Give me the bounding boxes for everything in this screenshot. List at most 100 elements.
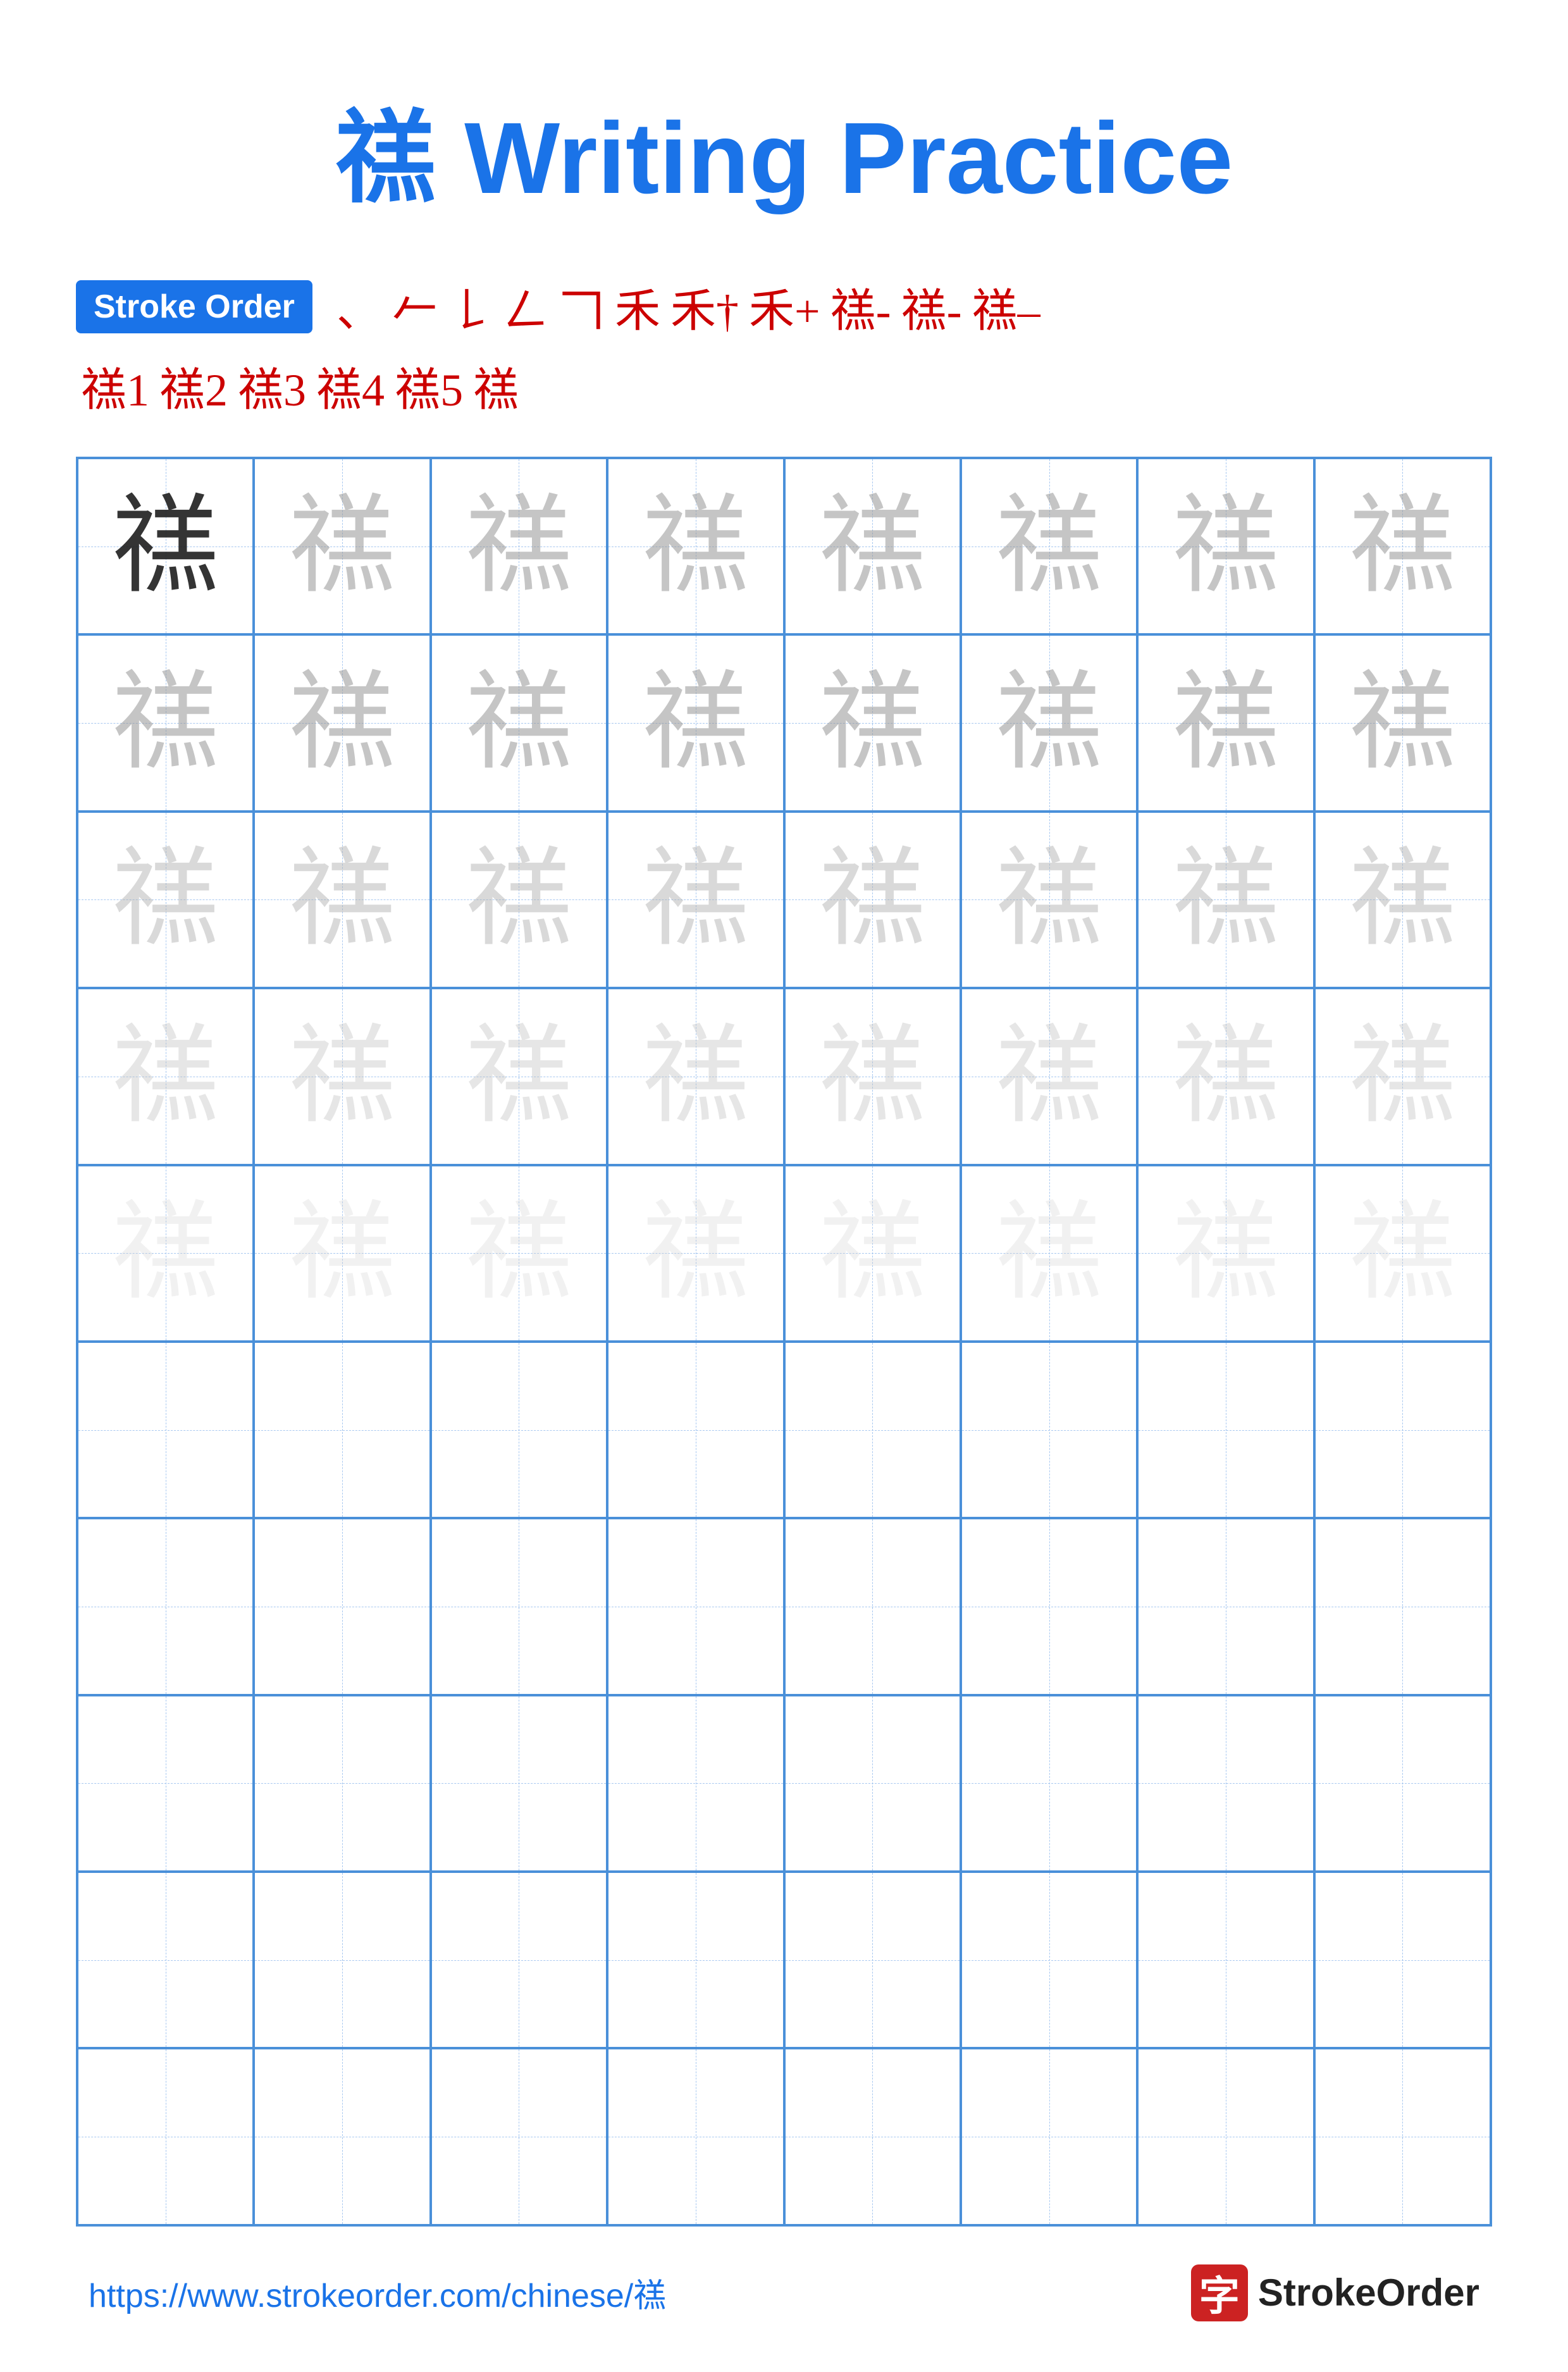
practice-grid: 禚 禚 禚 禚 禚 禚 禚 禚 [76, 457, 1492, 2227]
grid-cell-5-6[interactable]: 禚 [961, 1165, 1137, 1342]
grid-cell-7-8[interactable] [1314, 1518, 1491, 1695]
grid-cell-5-7[interactable]: 禚 [1137, 1165, 1314, 1342]
grid-cell-8-4[interactable] [607, 1695, 784, 1872]
title-text: Writing Practice [436, 101, 1233, 214]
grid-cell-8-1[interactable] [77, 1695, 254, 1872]
grid-cell-6-6[interactable] [961, 1342, 1137, 1518]
practice-char: 禚 [996, 1199, 1103, 1307]
grid-cell-5-3[interactable]: 禚 [431, 1165, 607, 1342]
stroke-char-13: 禚2 [159, 352, 228, 419]
grid-cell-3-8[interactable]: 禚 [1314, 812, 1491, 988]
grid-cell-9-7[interactable] [1137, 1872, 1314, 2048]
grid-cell-6-7[interactable] [1137, 1342, 1314, 1518]
grid-cell-1-5[interactable]: 禚 [784, 458, 961, 634]
grid-cell-5-5[interactable]: 禚 [784, 1165, 961, 1342]
grid-cell-10-4[interactable] [607, 2048, 784, 2225]
grid-cell-6-1[interactable] [77, 1342, 254, 1518]
grid-cell-9-6[interactable] [961, 1872, 1137, 2048]
grid-cell-8-2[interactable] [254, 1695, 430, 1872]
grid-cell-10-1[interactable] [77, 2048, 254, 2225]
grid-cell-9-1[interactable] [77, 1872, 254, 2048]
grid-cell-2-3[interactable]: 禚 [431, 634, 607, 811]
grid-cell-2-5[interactable]: 禚 [784, 634, 961, 811]
grid-cell-3-2[interactable]: 禚 [254, 812, 430, 988]
stroke-char-17: 禚 [473, 352, 519, 419]
stroke-char-11: 禚‒ [972, 273, 1040, 340]
grid-cell-10-8[interactable] [1314, 2048, 1491, 2225]
grid-cell-4-2[interactable]: 禚 [254, 988, 430, 1164]
grid-cell-2-1[interactable]: 禚 [77, 634, 254, 811]
grid-cell-10-6[interactable] [961, 2048, 1137, 2225]
grid-cell-8-7[interactable] [1137, 1695, 1314, 1872]
grid-cell-2-4[interactable]: 禚 [607, 634, 784, 811]
grid-cell-5-8[interactable]: 禚 [1314, 1165, 1491, 1342]
grid-cell-4-7[interactable]: 禚 [1137, 988, 1314, 1164]
grid-cell-9-2[interactable] [254, 1872, 430, 2048]
stroke-char-1: 、 [336, 273, 382, 340]
grid-cell-1-8[interactable]: 禚 [1314, 458, 1491, 634]
grid-cell-2-2[interactable]: 禚 [254, 634, 430, 811]
grid-cell-1-6[interactable]: 禚 [961, 458, 1137, 634]
grid-cell-6-4[interactable] [607, 1342, 784, 1518]
grid-cell-9-4[interactable] [607, 1872, 784, 2048]
grid-cell-2-7[interactable]: 禚 [1137, 634, 1314, 811]
grid-row-4: 禚 禚 禚 禚 禚 禚 禚 禚 [77, 988, 1491, 1164]
grid-cell-5-1[interactable]: 禚 [77, 1165, 254, 1342]
grid-cell-6-8[interactable] [1314, 1342, 1491, 1518]
grid-cell-4-6[interactable]: 禚 [961, 988, 1137, 1164]
grid-cell-3-4[interactable]: 禚 [607, 812, 784, 988]
grid-cell-7-3[interactable] [431, 1518, 607, 1695]
grid-cell-3-7[interactable]: 禚 [1137, 812, 1314, 988]
grid-cell-1-4[interactable]: 禚 [607, 458, 784, 634]
brand-logo-char: 字 [1199, 2264, 1240, 2322]
grid-cell-6-3[interactable] [431, 1342, 607, 1518]
grid-cell-7-1[interactable] [77, 1518, 254, 1695]
grid-cell-7-7[interactable] [1137, 1518, 1314, 1695]
grid-cell-10-2[interactable] [254, 2048, 430, 2225]
grid-cell-1-7[interactable]: 禚 [1137, 458, 1314, 634]
practice-char: 禚 [1172, 493, 1280, 600]
grid-row-3: 禚 禚 禚 禚 禚 禚 禚 禚 [77, 812, 1491, 988]
grid-cell-7-6[interactable] [961, 1518, 1137, 1695]
grid-cell-7-4[interactable] [607, 1518, 784, 1695]
grid-cell-8-6[interactable] [961, 1695, 1137, 1872]
grid-row-5: 禚 禚 禚 禚 禚 禚 禚 禚 [77, 1165, 1491, 1342]
grid-cell-6-2[interactable] [254, 1342, 430, 1518]
grid-cell-7-2[interactable] [254, 1518, 430, 1695]
stroke-char-2: 𠂉 [392, 273, 438, 340]
grid-cell-10-7[interactable] [1137, 2048, 1314, 2225]
grid-cell-8-3[interactable] [431, 1695, 607, 1872]
stroke-char-4: 𠃋 [503, 273, 549, 340]
grid-cell-4-1[interactable]: 禚 [77, 988, 254, 1164]
grid-cell-5-2[interactable]: 禚 [254, 1165, 430, 1342]
grid-cell-10-3[interactable] [431, 2048, 607, 2225]
grid-cell-9-5[interactable] [784, 1872, 961, 2048]
grid-cell-3-3[interactable]: 禚 [431, 812, 607, 988]
stroke-order-row2: 禚1 禚2 禚3 禚4 禚5 禚 [76, 352, 1492, 419]
grid-cell-10-5[interactable] [784, 2048, 961, 2225]
grid-cell-8-5[interactable] [784, 1695, 961, 1872]
grid-cell-5-4[interactable]: 禚 [607, 1165, 784, 1342]
grid-cell-3-6[interactable]: 禚 [961, 812, 1137, 988]
footer-url[interactable]: https://www.strokeorder.com/chinese/禚 [89, 2269, 666, 2316]
grid-cell-4-4[interactable]: 禚 [607, 988, 784, 1164]
grid-cell-4-3[interactable]: 禚 [431, 988, 607, 1164]
grid-cell-2-6[interactable]: 禚 [961, 634, 1137, 811]
grid-cell-1-2[interactable]: 禚 [254, 458, 430, 634]
grid-cell-1-3[interactable]: 禚 [431, 458, 607, 634]
grid-cell-3-5[interactable]: 禚 [784, 812, 961, 988]
grid-cell-9-3[interactable] [431, 1872, 607, 2048]
page-title: 禚 Writing Practice [335, 76, 1233, 223]
grid-cell-7-5[interactable] [784, 1518, 961, 1695]
grid-cell-3-1[interactable]: 禚 [77, 812, 254, 988]
practice-char: 禚 [996, 846, 1103, 953]
grid-cell-9-8[interactable] [1314, 1872, 1491, 2048]
grid-cell-2-8[interactable]: 禚 [1314, 634, 1491, 811]
grid-cell-6-5[interactable] [784, 1342, 961, 1518]
grid-cell-8-8[interactable] [1314, 1695, 1491, 1872]
stroke-char-6: 禾 [615, 273, 660, 340]
grid-cell-4-8[interactable]: 禚 [1314, 988, 1491, 1164]
footer-brand: 字 StrokeOrder [1191, 2264, 1479, 2321]
grid-cell-1-1[interactable]: 禚 [77, 458, 254, 634]
grid-cell-4-5[interactable]: 禚 [784, 988, 961, 1164]
